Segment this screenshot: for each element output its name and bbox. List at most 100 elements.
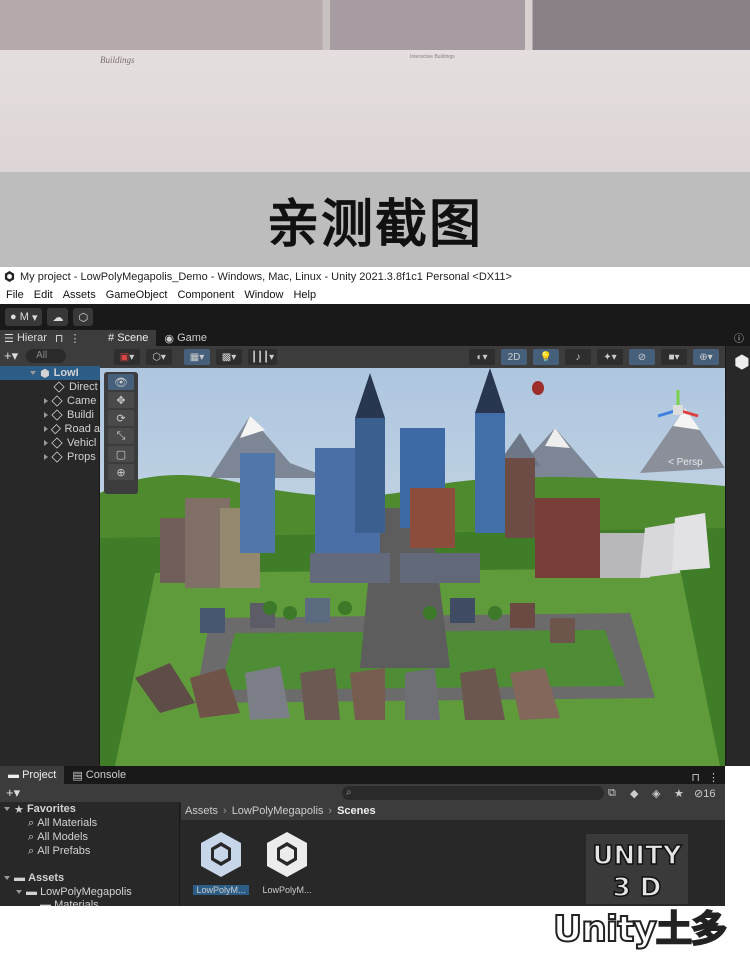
assets-tree-item[interactable]: ▬ LowPolyMegapolis [16,885,132,899]
search-icon: ⌕ [346,787,352,798]
hierarchy-item[interactable]: Road a [0,422,100,436]
hierarchy-search-input[interactable]: All [26,349,67,363]
menu-help[interactable]: Help [293,289,316,301]
hidden-toggle[interactable]: ⊘ [629,349,655,365]
lighting-toggle[interactable]: 💡 [533,349,559,365]
draw-mode-button[interactable]: ▣ ▾ [114,349,140,365]
city-scene-render [100,368,725,766]
rect-tool-button[interactable]: ▢ [108,446,134,462]
scene-viewport[interactable]: 👁 ✥ ⟳ ⤡ ▢ ⊕ < Persp [100,368,725,766]
favorites-item[interactable]: ⌕ All Prefabs [28,844,90,858]
lock-icon[interactable]: ⊓ [55,332,64,345]
transform-tool-button[interactable]: ⊕ [108,464,134,480]
camera-button[interactable]: ■ ▾ [661,349,687,365]
expand-icon[interactable] [4,876,10,880]
hierarchy-item[interactable]: Direct [0,380,100,394]
shading-mode-button[interactable]: ◐ ▾ [469,349,495,365]
gizmos-button[interactable]: ⊕ ▾ [693,349,719,365]
expand-icon[interactable] [4,807,10,811]
expand-icon[interactable] [44,426,48,432]
tab-project[interactable]: ▬ Project [0,766,65,784]
breadcrumb-item[interactable]: Assets [185,805,218,817]
star-icon: ★ [14,803,24,816]
scene-asset[interactable]: LowPolyM... [193,830,249,895]
eye-off-icon: ⊘ [637,351,647,363]
menu-edit[interactable]: Edit [34,289,53,301]
add-button[interactable]: +▾ [6,785,20,801]
menu-window[interactable]: Window [244,289,283,301]
lock-icon[interactable]: ⊓ [691,771,700,784]
tag-icon[interactable]: ◈ [652,787,660,800]
unity-scene-asset-icon [267,832,307,877]
collab-button[interactable]: ⬡ [73,308,94,326]
assets-header[interactable]: ▬ Assets [4,871,64,885]
hierarchy-item[interactable]: Vehicl [0,436,100,450]
preview-caption-interactive: Interactive Buildings [410,54,455,60]
rotate-tool-button[interactable]: ⟳ [108,410,134,426]
expand-icon[interactable] [44,440,48,446]
effects-button[interactable]: ✦ ▾ [597,349,623,365]
hierarchy-item[interactable]: Came [0,394,100,408]
expand-icon[interactable] [16,890,22,894]
expand-icon[interactable] [30,371,36,375]
account-button[interactable]: ● M ▾ [5,308,43,326]
gameobject-icon [51,409,63,421]
view-tool-button[interactable]: 👁 [108,374,134,390]
tab-game[interactable]: ◉ Game [156,330,215,346]
cloud-button[interactable]: ☁ [47,308,69,326]
grid-snap-button[interactable]: ▦ ▾ [184,349,210,365]
breadcrumb-item-current[interactable]: Scenes [337,805,376,817]
menu-gameobject[interactable]: GameObject [106,289,168,301]
hierarchy-item[interactable]: Buildi [0,408,100,422]
camera-icon: ■ [668,351,675,363]
search-by-label-icon[interactable]: ◆ [630,787,638,800]
tab-hierarchy[interactable]: ☰ Hierar ⊓ ⋮ [0,330,100,346]
tab-inspector[interactable]: ⓘ [726,330,750,346]
tab-scene[interactable]: # Scene [100,330,157,346]
gameobject-icon [51,437,63,449]
breadcrumb-item[interactable]: LowPolyMegapolis [232,805,324,817]
banner-title: 亲测截图 [266,195,483,255]
rotate-icon: ⟳ [116,412,126,425]
search-by-type-icon[interactable]: ⧉ [608,787,616,800]
audio-toggle[interactable]: ♪ [565,349,591,365]
grid-button[interactable]: ▩ ▾ [216,349,242,365]
star-icon[interactable]: ★ [674,787,684,800]
project-folder-tree: ★ Favorites ⌕ All Materials ⌕ All Models… [0,802,180,911]
favorites-item-label: All Materials [37,817,98,829]
favorites-item[interactable]: ⌕ All Models [28,830,88,844]
more-icon[interactable]: ⋮ [69,332,80,345]
move-tool-button[interactable]: ✥ [108,392,134,408]
project-toolbar: +▾ ⌕ ⧉ ◆ ◈ ★ ⊘16 [0,784,725,802]
scene-asset[interactable]: LowPolyM... [259,830,315,895]
add-button[interactable]: +▾ [4,348,18,364]
eye-icon: 👁 [114,376,128,389]
expand-icon[interactable] [44,412,48,418]
hierarchy-item-label: Direct [69,381,98,393]
info-icon: ⓘ [734,334,744,345]
hierarchy-item-label: Buildi [67,409,94,421]
scale-tool-button[interactable]: ⤡ [108,428,134,444]
expand-icon[interactable] [44,398,48,404]
menu-assets[interactable]: Assets [63,289,96,301]
menu-file[interactable]: File [6,289,24,301]
view-options-button[interactable]: ⬡ ▾ [146,349,172,365]
persp-label[interactable]: < Persp [668,457,703,468]
menu-component[interactable]: Component [177,289,234,301]
2d-toggle[interactable]: 2D [501,349,527,365]
favorites-item[interactable]: ⌕ All Materials [28,816,97,830]
increment-snap-button[interactable]: ┃┃┃ ▾ [248,349,278,365]
unity-scene-icon: ⬢ [40,367,50,380]
hash-icon: # [108,332,115,344]
hierarchy-item[interactable]: Props [0,450,100,464]
hierarchy-item-label: Came [67,395,97,407]
hierarchy-toolbar: +▾ All [0,346,100,366]
favorites-header[interactable]: ★ Favorites [4,802,76,816]
project-search-input[interactable]: ⌕ [342,786,604,800]
expand-icon[interactable] [44,454,48,460]
hierarchy-item-label: Props [67,451,96,463]
tab-console[interactable]: ▤ Console [64,766,134,784]
hidden-packages-toggle[interactable]: ⊘16 [694,787,715,800]
more-icon[interactable]: ⋮ [708,771,719,784]
hierarchy-root-item[interactable]: ⬢ LowI [0,366,100,380]
